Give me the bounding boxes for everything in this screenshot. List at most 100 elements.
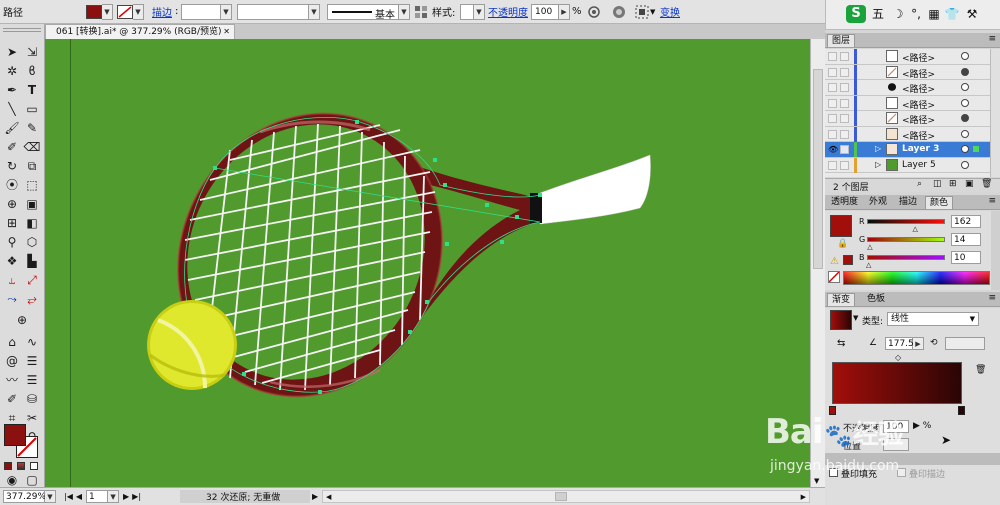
visibility-toggle[interactable] (828, 114, 837, 123)
new-layer-icon[interactable]: ▣ (965, 179, 974, 189)
lock-toggle[interactable] (840, 145, 849, 154)
warning-icon[interactable]: ⚠ (830, 256, 839, 267)
document-tab[interactable]: 061 [转换].ai* @ 377.29% (RGB/预览) ✕ (45, 24, 235, 39)
opacity-label[interactable]: 不透明度 (488, 4, 528, 19)
target-icon[interactable] (961, 52, 969, 60)
racket-grip[interactable] (539, 154, 651, 225)
shape-builder-tool-icon[interactable]: ⊕ (3, 196, 21, 213)
symbol-sprayer-tool-icon[interactable]: ❖ (3, 253, 21, 270)
locate-object-icon[interactable]: ⌕ (917, 179, 922, 189)
gradient-tool-icon[interactable]: ◧ (23, 215, 41, 232)
lock-toggle[interactable] (840, 67, 849, 77)
g-input[interactable]: 14 (951, 233, 981, 246)
aspect-ratio-input[interactable] (945, 337, 985, 350)
target-icon[interactable] (961, 67, 969, 76)
perspective-tool-icon[interactable]: ⥂ (23, 291, 41, 308)
lasso-tool-icon[interactable]: ϐ (23, 63, 41, 80)
transform-link[interactable]: 变换 (660, 3, 680, 20)
globe-tool-icon[interactable]: ⊕ (13, 312, 31, 329)
opacity-dropdown[interactable]: ▶ (559, 3, 570, 20)
magic-wand-tool-icon[interactable]: ✲ (3, 63, 21, 80)
visibility-toggle[interactable] (828, 129, 837, 139)
horizontal-scroll-thumb[interactable] (555, 492, 567, 501)
stroke-dropdown[interactable]: ▼ (133, 3, 144, 20)
b-slider-thumb[interactable]: △ (866, 261, 871, 269)
tab-color[interactable]: 颜色 (925, 196, 954, 209)
style-dropdown[interactable]: ▼ (474, 3, 485, 20)
r-slider-thumb[interactable]: △ (913, 225, 918, 233)
new-sublayer-icon[interactable]: ⊞ (949, 179, 957, 189)
aspect-ratio-icon[interactable]: ⟲ (930, 338, 938, 348)
target-icon[interactable] (961, 160, 969, 169)
color-fill-swatch[interactable] (830, 215, 852, 237)
vertical-scroll-thumb[interactable] (813, 69, 823, 269)
visibility-toggle[interactable] (828, 52, 837, 61)
prev-artboard-icon[interactable]: ◀ (76, 492, 82, 501)
clipping-mask-icon[interactable]: ◫ (933, 179, 942, 189)
first-artboard-icon[interactable]: |◀ (64, 492, 73, 501)
r-slider[interactable] (867, 219, 945, 224)
graphic-style-icon[interactable] (414, 3, 428, 20)
visibility-toggle[interactable] (828, 83, 837, 92)
visibility-toggle[interactable] (828, 160, 837, 170)
gradient-mode-button[interactable] (17, 462, 25, 470)
target-icon[interactable] (961, 83, 969, 91)
isolate-button[interactable] (611, 3, 627, 20)
align-button[interactable]: ▼ (634, 3, 655, 20)
gradient-preset-dropdown[interactable]: ▼ (853, 314, 858, 322)
reverse-gradient-icon[interactable]: ⇆ (837, 338, 845, 349)
brush-field[interactable]: 基本 ▼ (327, 3, 410, 21)
layer-row-path-6[interactable]: <路径> (825, 126, 990, 142)
scroll-down-icon[interactable]: ▼ (814, 477, 819, 485)
bucket-tool-icon[interactable]: ⛁ (23, 391, 41, 408)
racket-butt[interactable] (530, 193, 542, 223)
selection-indicator[interactable] (973, 146, 979, 152)
lock-toggle[interactable] (840, 129, 849, 139)
close-tab-icon[interactable]: ✕ (223, 25, 230, 39)
opacity-field[interactable]: 100 ▶ % (531, 3, 582, 20)
layer-row-path-3[interactable]: <路径> (825, 80, 990, 96)
punct-icon[interactable]: °, (908, 6, 924, 22)
b-input[interactable]: 10 (951, 251, 981, 264)
gradient-preview-swatch[interactable] (830, 310, 852, 330)
panel-menu-icon[interactable]: ≡ (988, 196, 996, 206)
opacity-link[interactable]: 不透明度 : (488, 3, 533, 20)
none-color-button[interactable] (828, 271, 840, 283)
expand-arrow-icon[interactable]: ▷ (875, 160, 881, 169)
fill-dropdown[interactable]: ▼ (102, 3, 113, 20)
variable-width-input[interactable] (237, 3, 309, 20)
slice-tool-icon[interactable]: ⤢ (23, 272, 41, 289)
layer-row-path-1[interactable]: <路径> (825, 49, 990, 65)
stroke-none-swatch[interactable] (117, 4, 133, 19)
envelope-tool-icon[interactable]: ⌂ (3, 334, 21, 351)
color-spectrum[interactable] (843, 271, 990, 285)
wave-tool-icon[interactable]: ∿ (23, 334, 41, 351)
eyedropper2-tool-icon[interactable]: ✐ (3, 391, 21, 408)
zoom-input[interactable]: 377.29% (3, 490, 46, 503)
blend-tool-icon[interactable]: ⬡ (23, 234, 41, 251)
opacity-input[interactable]: 100 (531, 3, 559, 20)
tab-stroke[interactable]: 描边 (895, 196, 921, 209)
panel-menu-icon[interactable]: ≡ (988, 293, 996, 303)
stroke-weight-field[interactable]: ▼ (181, 3, 232, 20)
status-menu-icon[interactable]: ▶ (312, 490, 318, 503)
tools-grip[interactable] (3, 28, 41, 32)
eyedropper-tool-icon[interactable]: ⚲ (3, 234, 21, 251)
angle-input[interactable]: 177.5 (885, 337, 914, 350)
last-artboard-icon[interactable]: ▶| (132, 492, 141, 501)
artboard-input[interactable]: 1 (86, 490, 109, 503)
stroke-link[interactable]: 描边 : (152, 3, 178, 20)
lock-toggle[interactable] (840, 98, 849, 108)
scale-tool-icon[interactable]: ⧉ (23, 158, 41, 175)
next-artboard-icon[interactable]: ▶ (123, 492, 129, 501)
tab-transparency[interactable]: 透明度 (827, 196, 862, 209)
visibility-toggle[interactable] (828, 67, 837, 77)
recolor-button[interactable] (586, 3, 604, 20)
none-mode-button[interactable] (30, 462, 38, 470)
target-icon[interactable] (961, 129, 969, 138)
mesh-tool-icon[interactable]: ⊞ (3, 215, 21, 232)
fill-swatch[interactable] (86, 4, 102, 19)
history-status[interactable]: 32 次还原; 无重做 (180, 490, 310, 503)
tab-layers[interactable]: 图层 (827, 34, 856, 47)
warp-tool-icon[interactable]: ⦿ (3, 177, 21, 194)
